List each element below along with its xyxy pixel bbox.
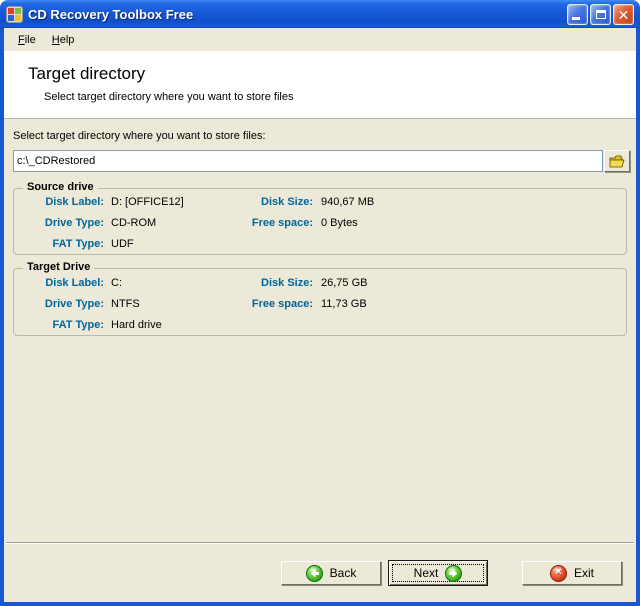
drive-type-value: CD-ROM [111,217,157,229]
free-space-label: Free space: [251,298,313,310]
next-button[interactable]: Next [388,560,488,586]
exit-button[interactable]: ✕ Exit [522,561,622,585]
menu-item-help[interactable]: Help [45,32,82,48]
close-icon: ✕ [617,6,630,23]
fat-type-value: UDF [111,238,134,250]
source-row-1: Disk Label: D: [OFFICE12] Disk Size: 940… [14,196,626,210]
menu-item-file[interactable]: File [11,32,43,48]
open-folder-icon [609,155,625,167]
target-directory-label: Select target directory where you want t… [13,130,266,142]
maximize-button[interactable] [590,3,611,25]
disk-size-value: 26,75 GB [321,277,368,289]
target-directory-input[interactable] [13,150,603,172]
app-window: CD Recovery Toolbox Free ✕ File Help Tar… [0,0,640,606]
disk-label-value: D: [OFFICE12] [111,196,184,208]
client-area: Select target directory where you want t… [4,119,636,602]
button-bar-divider [6,542,634,544]
back-button[interactable]: Back [281,561,381,585]
free-space-value: 11,73 GB [321,298,367,310]
page-subtitle: Select target directory where you want t… [44,91,294,103]
window-title: CD Recovery Toolbox Free [28,6,194,22]
menu-bar: File Help [4,28,636,51]
browse-folder-button[interactable] [604,150,630,172]
next-button-label: Next [413,566,439,580]
disk-label-label: Disk Label: [45,277,104,289]
exit-button-label: Exit [573,566,594,580]
disk-size-label: Disk Size: [261,196,313,208]
target-drive-group: Target Drive Disk Label: C: Disk Size: 2… [13,261,627,336]
page-title: Target directory [28,64,146,83]
wizard-header: Target directory Select target directory… [4,51,636,119]
target-row-3: FAT Type: Hard drive [14,319,626,333]
drive-type-label: Drive Type: [44,217,104,229]
close-button[interactable]: ✕ [613,3,634,25]
minimize-button[interactable] [567,3,588,25]
target-row-1: Disk Label: C: Disk Size: 26,75 GB [14,277,626,291]
title-bar: CD Recovery Toolbox Free ✕ [0,0,640,28]
minimize-icon [572,16,580,20]
disk-size-label: Disk Size: [261,277,313,289]
windows-squares-icon [6,5,23,23]
source-row-3: FAT Type: UDF [14,238,626,252]
free-space-label: Free space: [251,217,313,229]
red-x-icon: ✕ [549,564,567,582]
drive-type-label: Drive Type: [44,298,104,310]
disk-label-value: C: [111,277,122,289]
fat-type-value: Hard drive [111,319,162,331]
source-row-2: Drive Type: CD-ROM Free space: 0 Bytes [14,217,626,231]
disk-size-value: 940,67 MB [321,196,375,208]
target-drive-group-title: Target Drive [23,261,95,273]
free-space-value: 0 Bytes [321,217,358,229]
back-button-label: Back [329,566,357,580]
green-right-arrow-icon [445,564,463,582]
green-left-arrow-icon [305,564,323,582]
source-drive-group-title: Source drive [23,181,98,193]
source-drive-group: Source drive Disk Label: D: [OFFICE12] D… [13,181,627,255]
maximize-icon [596,9,606,19]
disk-label-label: Disk Label: [45,196,104,208]
fat-type-label: FAT Type: [52,238,104,250]
target-row-2: Drive Type: NTFS Free space: 11,73 GB [14,298,626,312]
fat-type-label: FAT Type: [52,319,104,331]
drive-type-value: NTFS [111,298,140,310]
